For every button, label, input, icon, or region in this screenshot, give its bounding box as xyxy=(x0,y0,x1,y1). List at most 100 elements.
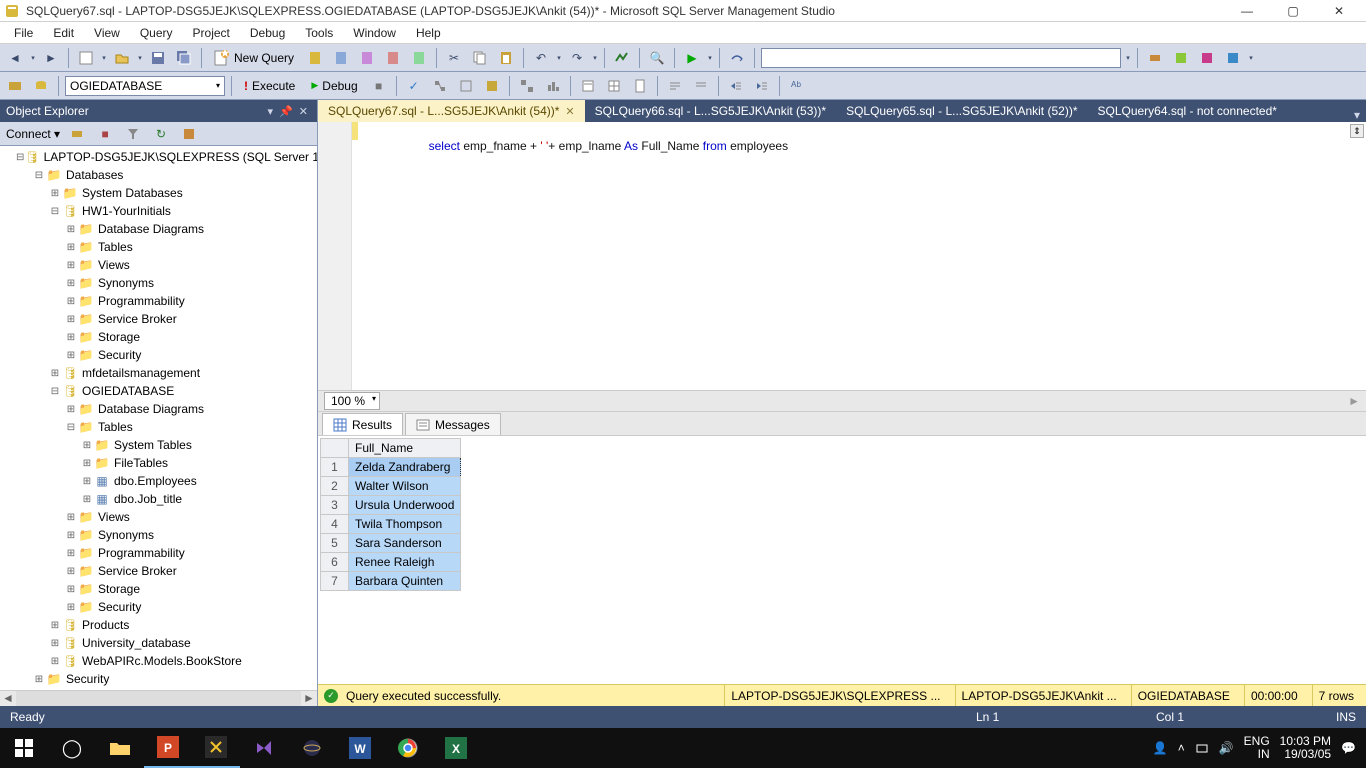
increase-indent-button[interactable] xyxy=(751,75,773,97)
expand-toggle[interactable]: ⊞ xyxy=(64,584,78,595)
sql-editor[interactable]: select emp_fname + ' '+ emp_lname As Ful… xyxy=(318,122,1366,390)
expand-toggle[interactable]: ⊞ xyxy=(80,458,94,469)
row-number[interactable]: 1 xyxy=(321,458,349,477)
row-number[interactable]: 7 xyxy=(321,572,349,591)
tree-node[interactable]: ⊞📁Views xyxy=(0,508,317,526)
object-explorer-tree[interactable]: ⊟🛢LAPTOP-DSG5JEJK\SQLEXPRESS (SQL Server… xyxy=(0,146,317,690)
row-number[interactable]: 6 xyxy=(321,553,349,572)
panel-dropdown-icon[interactable]: ▾ xyxy=(265,105,277,118)
expand-toggle[interactable]: ⊞ xyxy=(64,278,78,289)
tree-node[interactable]: ⊞📁Programmability xyxy=(0,292,317,310)
uncomment-button[interactable] xyxy=(690,75,712,97)
table-row[interactable]: 5Sara Sanderson xyxy=(321,534,461,553)
tree-node[interactable]: ⊞📁Synonyms xyxy=(0,526,317,544)
tree-node[interactable]: ⊞📁System Databases xyxy=(0,184,317,202)
visual-studio-icon[interactable] xyxy=(240,728,288,768)
table-row[interactable]: 6Renee Raleigh xyxy=(321,553,461,572)
expand-toggle[interactable]: ⊞ xyxy=(48,620,62,631)
column-header[interactable]: Full_Name xyxy=(349,439,461,458)
parse-button[interactable]: ✓ xyxy=(403,75,425,97)
system-tray[interactable]: 👤 ˄ 🔊 ENGIN 10:03 PM19/03/05 💬 xyxy=(1143,728,1366,768)
row-number[interactable]: 5 xyxy=(321,534,349,553)
expand-toggle[interactable]: ⊞ xyxy=(64,350,78,361)
expand-toggle[interactable]: ⊞ xyxy=(64,242,78,253)
window-maximize-button[interactable]: ▢ xyxy=(1270,0,1316,22)
menu-project[interactable]: Project xyxy=(183,24,240,42)
oe-search-button[interactable] xyxy=(178,123,200,145)
step-over-button[interactable] xyxy=(726,47,748,69)
expand-toggle[interactable]: ⊞ xyxy=(48,638,62,649)
eclipse-icon[interactable] xyxy=(288,728,336,768)
expand-toggle[interactable]: ⊞ xyxy=(64,512,78,523)
zoom-combo[interactable]: 100 %▾ xyxy=(324,392,380,410)
new-project-dropdown[interactable]: ▾ xyxy=(101,47,107,69)
expand-toggle[interactable]: ⊞ xyxy=(64,314,78,325)
save-all-button[interactable] xyxy=(173,47,195,69)
table-row[interactable]: 1Zelda Zandraberg xyxy=(321,458,461,477)
tree-node[interactable]: ⊞🛢mfdetailsmanagement xyxy=(0,364,317,382)
tree-node[interactable]: ⊟🛢LAPTOP-DSG5JEJK\SQLEXPRESS (SQL Server… xyxy=(0,148,317,166)
expand-toggle[interactable]: ⊞ xyxy=(48,368,62,379)
properties-button[interactable] xyxy=(1222,47,1244,69)
expand-toggle[interactable]: ⊞ xyxy=(64,548,78,559)
notifications-icon[interactable]: 💬 xyxy=(1341,741,1356,755)
expand-toggle[interactable]: ⊟ xyxy=(32,170,46,181)
results-grid[interactable]: Full_Name1Zelda Zandraberg2Walter Wilson… xyxy=(318,436,1366,684)
expand-toggle[interactable]: ⊞ xyxy=(80,440,94,451)
connect-button[interactable]: Connect ▾ xyxy=(6,127,60,141)
change-connection-button[interactable] xyxy=(4,75,26,97)
expand-toggle[interactable]: ⊞ xyxy=(64,332,78,343)
document-tab[interactable]: SQLQuery65.sql - L...SG5JEJK\Ankit (52))… xyxy=(836,100,1087,122)
cell-full-name[interactable]: Sara Sanderson xyxy=(349,534,461,553)
expand-toggle[interactable]: ⊞ xyxy=(64,224,78,235)
filter-button[interactable] xyxy=(122,123,144,145)
nav-forward-button[interactable]: ► xyxy=(40,47,62,69)
cortana-button[interactable]: ◯ xyxy=(48,728,96,768)
tree-node[interactable]: ⊞📁Views xyxy=(0,256,317,274)
object-explorer-button[interactable] xyxy=(1170,47,1192,69)
stop-button[interactable]: ■ xyxy=(94,123,116,145)
cut-button[interactable]: ✂ xyxy=(443,47,465,69)
tab-results[interactable]: Results xyxy=(322,413,403,435)
word-icon[interactable]: W xyxy=(336,728,384,768)
tree-node[interactable]: ⊞📁Security xyxy=(0,598,317,616)
expand-toggle[interactable]: ⊞ xyxy=(64,530,78,541)
window-minimize-button[interactable]: — xyxy=(1224,0,1270,22)
new-project-button[interactable] xyxy=(75,47,97,69)
cell-full-name[interactable]: Twila Thompson xyxy=(349,515,461,534)
tree-node[interactable]: ⊟🛢OGIEDATABASE xyxy=(0,382,317,400)
cell-full-name[interactable]: Ursula Underwood xyxy=(349,496,461,515)
tree-node[interactable]: ⊟📁Tables xyxy=(0,418,317,436)
tree-node[interactable]: ⊞📁Storage xyxy=(0,328,317,346)
start-button[interactable] xyxy=(0,728,48,768)
expand-toggle[interactable]: ⊞ xyxy=(48,656,62,667)
find-button[interactable]: 🔍 xyxy=(646,47,668,69)
expand-toggle[interactable]: ⊞ xyxy=(48,188,62,199)
expand-toggle[interactable]: ⊟ xyxy=(48,206,62,217)
tree-node[interactable]: ⊞📁Security xyxy=(0,670,317,688)
table-row[interactable]: 7Barbara Quinten xyxy=(321,572,461,591)
tree-node[interactable]: ⊟📁Databases xyxy=(0,166,317,184)
paste-button[interactable] xyxy=(495,47,517,69)
tab-overflow-button[interactable]: ▾ xyxy=(1348,108,1366,122)
tree-node[interactable]: ⊞📁Service Broker xyxy=(0,310,317,328)
corner-cell[interactable] xyxy=(321,439,349,458)
tab-messages[interactable]: Messages xyxy=(405,413,501,435)
menu-debug[interactable]: Debug xyxy=(240,24,295,42)
tree-node[interactable]: ⊞🛢University_database xyxy=(0,634,317,652)
tray-chevron-icon[interactable]: ˄ xyxy=(1178,741,1185,755)
query-options-button[interactable] xyxy=(455,75,477,97)
people-icon[interactable]: 👤 xyxy=(1153,741,1168,755)
tree-node[interactable]: ⊞📁System Tables xyxy=(0,436,317,454)
network-icon[interactable] xyxy=(1195,741,1209,755)
database-combo[interactable]: OGIEDATABASE▾ xyxy=(65,76,225,96)
tree-node[interactable]: ⊞📁Programmability xyxy=(0,544,317,562)
expand-toggle[interactable]: ⊞ xyxy=(64,296,78,307)
registered-servers-button[interactable] xyxy=(1144,47,1166,69)
expand-toggle[interactable]: ⊞ xyxy=(80,476,94,487)
display-plan-button[interactable] xyxy=(429,75,451,97)
row-number[interactable]: 4 xyxy=(321,515,349,534)
redo-button[interactable]: ↷ xyxy=(566,47,588,69)
scroll-right-icon[interactable]: ► xyxy=(301,691,317,706)
open-file-button[interactable] xyxy=(111,47,133,69)
